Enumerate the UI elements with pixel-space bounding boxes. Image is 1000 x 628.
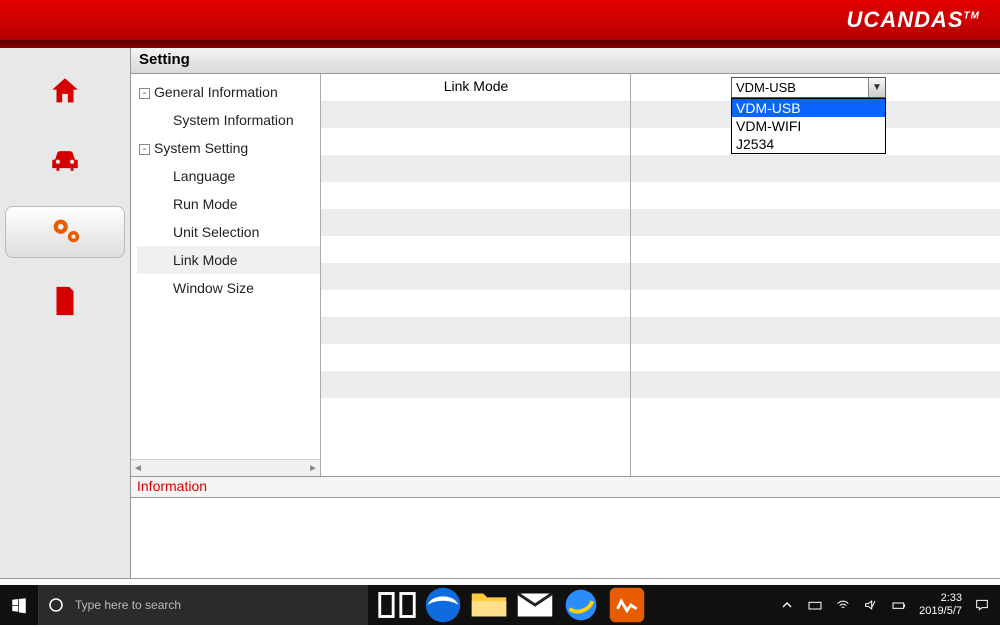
grid-label-column: [321, 74, 631, 476]
taskbar-explorer[interactable]: [466, 585, 512, 625]
link-mode-select[interactable]: VDM-USB ▼: [731, 77, 886, 98]
windows-taskbar: Type here to search 2:33 2019/5/7: [0, 585, 1000, 625]
taskbar-edge[interactable]: [420, 585, 466, 625]
clock-date: 2019/5/7: [919, 605, 962, 618]
tree-label: Run Mode: [173, 196, 238, 212]
gears-icon: [48, 214, 82, 251]
tree-label: Language: [173, 168, 235, 184]
taskbar-search[interactable]: Type here to search: [38, 585, 368, 625]
information-body: [131, 498, 1000, 578]
nav-vehicle[interactable]: [5, 136, 125, 188]
settings-grid: Link Mode VDM-USB ▼ VDM-USB VDM-WIFI J25…: [321, 74, 1000, 476]
collapse-icon[interactable]: -: [139, 88, 150, 99]
tree-label: General Information: [154, 84, 278, 100]
collapse-icon[interactable]: -: [139, 144, 150, 155]
dropdown-arrow-icon[interactable]: ▼: [868, 78, 885, 97]
task-view-icon: [374, 582, 420, 628]
ie-icon: [558, 582, 604, 628]
tree-unit-selection[interactable]: Unit Selection: [137, 218, 320, 246]
header-shadow: [0, 40, 1000, 48]
clock-time: 2:33: [919, 592, 962, 605]
tree-label: Link Mode: [173, 252, 238, 268]
car-icon: [48, 144, 82, 181]
link-mode-option-2[interactable]: J2534: [732, 135, 885, 153]
tray-battery[interactable]: [891, 597, 907, 613]
report-icon: [48, 284, 82, 321]
action-center[interactable]: [974, 597, 990, 613]
tree-link-mode[interactable]: Link Mode: [137, 246, 320, 274]
link-mode-option-0[interactable]: VDM-USB: [732, 99, 885, 117]
tray-volume[interactable]: [863, 597, 879, 613]
tray-keyboard[interactable]: [807, 597, 823, 613]
brand-logo: UCANDASTM: [847, 7, 980, 33]
app-header: UCANDASTM: [0, 0, 1000, 40]
tree-language[interactable]: Language: [137, 162, 320, 190]
tree-window-size[interactable]: Window Size: [137, 274, 320, 302]
scroll-right-icon[interactable]: ►: [308, 463, 318, 474]
folder-icon: [466, 582, 512, 628]
home-icon: [48, 74, 82, 111]
cortana-icon: [47, 596, 65, 614]
battery-icon: [891, 597, 907, 613]
tree-run-mode[interactable]: Run Mode: [137, 190, 320, 218]
link-mode-dropdown: VDM-USB VDM-WIFI J2534: [731, 98, 886, 154]
chevron-up-icon: [779, 597, 795, 613]
tree-h-scrollbar[interactable]: ◄►: [131, 459, 320, 476]
search-placeholder: Type here to search: [75, 598, 181, 612]
nav-sidebar: [0, 48, 130, 578]
windows-icon: [10, 596, 28, 614]
mail-icon: [512, 582, 558, 628]
information-header: Information: [131, 476, 1000, 498]
wifi-icon: [835, 597, 851, 613]
tree-system-information[interactable]: System Information: [137, 106, 320, 134]
link-mode-label: Link Mode: [321, 78, 631, 94]
link-mode-value: VDM-USB: [736, 80, 796, 95]
brand-tm: TM: [964, 11, 980, 22]
task-view-button[interactable]: [374, 585, 420, 625]
tree-system-setting[interactable]: -System Setting: [137, 134, 320, 162]
volume-icon: [863, 597, 879, 613]
brand-name: UCANDAS: [847, 7, 964, 32]
taskbar-ie[interactable]: [558, 585, 604, 625]
tree-label: System Setting: [154, 140, 248, 156]
taskbar-app-active[interactable]: [604, 585, 650, 625]
nav-settings[interactable]: [5, 206, 125, 258]
tree-general-information[interactable]: -General Information: [137, 78, 320, 106]
tree-label: Window Size: [173, 280, 254, 296]
nav-home[interactable]: [5, 66, 125, 118]
edge-icon: [420, 582, 466, 628]
link-mode-option-1[interactable]: VDM-WIFI: [732, 117, 885, 135]
settings-tree: -General Information System Information …: [131, 74, 321, 476]
tree-label: System Information: [173, 112, 294, 128]
panel-title: Setting: [131, 48, 1000, 74]
keyboard-icon: [807, 597, 823, 613]
scroll-left-icon[interactable]: ◄: [133, 463, 143, 474]
diag-app-icon: [604, 582, 650, 628]
tree-label: Unit Selection: [173, 224, 259, 240]
tray-wifi[interactable]: [835, 597, 851, 613]
start-button[interactable]: [0, 585, 38, 625]
notification-icon: [974, 597, 990, 613]
taskbar-mail[interactable]: [512, 585, 558, 625]
taskbar-clock[interactable]: 2:33 2019/5/7: [919, 592, 962, 618]
nav-report[interactable]: [5, 276, 125, 328]
tray-chevron[interactable]: [779, 597, 795, 613]
